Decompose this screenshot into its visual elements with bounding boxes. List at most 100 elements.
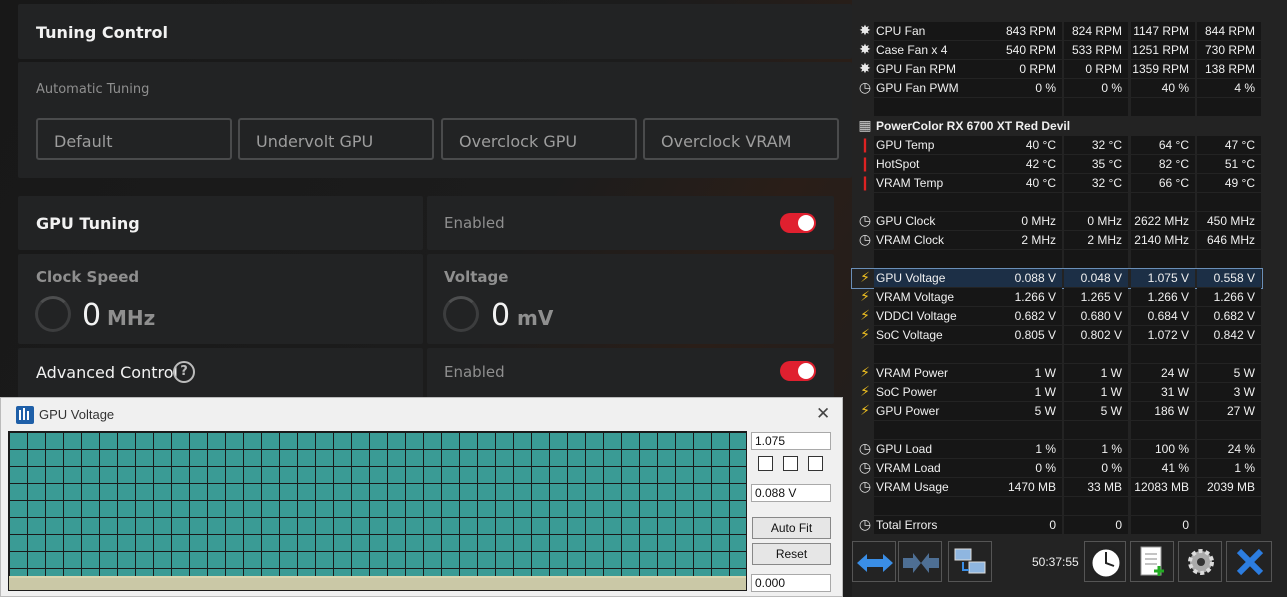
sensor-avg [1197,345,1261,363]
sensor-min: 32 °C [1064,174,1128,192]
advanced-control-label: Advanced Control [36,363,178,382]
gpu-tuning-toggle-card: Enabled [427,196,834,250]
fan-icon: ✸ [859,61,871,77]
sensor-row[interactable]: ◷ GPU Load 1 % 1 % 100 % 24 % [852,440,1262,459]
sensor-min: 0.048 V [1064,269,1128,287]
sensor-row[interactable]: ❙ HotSpot 42 °C 35 °C 82 °C 51 °C [852,155,1262,174]
sensor-row[interactable]: ✸ CPU Fan 843 RPM 824 RPM 1147 RPM 844 RPM [852,22,1262,41]
voltage-graph-trace [9,576,746,590]
sensor-row[interactable] [852,345,1262,364]
clock-icon: ◷ [858,517,872,533]
sensor-group-header[interactable]: ▦ PowerColor RX 6700 XT Red Devil [852,117,1262,136]
gpu-tuning-toggle[interactable] [780,213,816,233]
reset-button[interactable]: Reset [752,543,831,565]
network-button[interactable] [948,541,992,582]
sensor-row[interactable]: ⚡ VRAM Power 1 W1 W 24 W5 W [852,364,1262,383]
sensor-avg [1197,193,1261,211]
tuning-control-header: Tuning Control [18,4,852,59]
sensor-row[interactable]: ❙ GPU Temp 40 °C 32 °C 64 °C 47 °C [852,136,1262,155]
sensor-min [1064,345,1128,363]
sensor-max: 100 % [1131,440,1195,458]
sensor-min: 5 W [1064,402,1128,420]
settings-button[interactable] [1178,541,1222,582]
sensor-max [1131,421,1195,439]
sensor-row[interactable] [852,497,1262,516]
sensor-row[interactable]: ✸ Case Fan x 4 540 RPM 533 RPM 1251 RPM 730 R… [852,41,1262,60]
sensor-min: 33 MB [1064,478,1128,496]
sensor-max: 66 °C [1131,174,1195,192]
gpu-tuning-state: Enabled [444,214,505,232]
sensor-min [1064,250,1128,268]
sensor-row[interactable]: ⚡ SoC Voltage 0.805 V 0.802 V 1.072 V 0.842 V [852,326,1262,345]
sensor-row[interactable]: ⚡ VRAM Voltage 1.266 V 1.265 V 1.266 V 1.266 … [852,288,1262,307]
overclock-vram-button[interactable]: Overclock VRAM [643,118,839,160]
clock-button[interactable] [1084,541,1126,582]
sensor-current: 1 W [998,364,1062,382]
sensor-row[interactable]: ⚡ SoC Power 1 W1 W 31 W3 W [852,383,1262,402]
bolt-icon: ⚡ [860,365,870,381]
sensor-row[interactable]: ◷ Total Errors 0 0 0 [852,516,1262,535]
sensor-current: 42 °C [998,155,1062,173]
sensor-avg: 0.842 V [1197,326,1261,344]
sensor-row[interactable]: ⚡ GPU Voltage 0.088 V 0.048 V 1.075 V 0.558 V [851,268,1263,289]
sensor-min: 0 RPM [1064,60,1128,78]
expand-arrows-icon [857,554,893,572]
sensor-max: 64 °C [1131,136,1195,154]
sensor-max: 1359 RPM [1131,60,1195,78]
sensor-row[interactable]: ◷ GPU Clock 0 MHz 0 MHz 2622 MHz 450 MHz [852,212,1262,231]
help-icon[interactable]: ? [173,361,195,383]
bolt-icon: ⚡ [860,308,870,324]
sensor-max: 31 W [1131,383,1195,401]
sensor-row[interactable] [852,421,1262,440]
advanced-control-toggle[interactable] [780,361,816,381]
sensor-row[interactable]: ◷ VRAM Usage 1470 MB 33 MB 12083 MB 2039 MB [852,478,1262,497]
sensor-row[interactable]: ⚡ VDDCI Voltage 0.682 V 0.680 V 0.684 V 0.682… [852,307,1262,326]
sensor-avg: 450 MHz [1197,212,1261,230]
undervolt-gpu-button[interactable]: Undervolt GPU [238,118,434,160]
sensor-max: 1.075 V [1131,269,1195,287]
sensor-avg: 844 RPM [1197,22,1261,40]
graph-checkbox-1[interactable] [758,456,773,471]
auto-fit-button[interactable]: Auto Fit [752,517,831,539]
sensor-avg: 27 W [1197,402,1261,420]
sensor-avg: 24 % [1197,440,1261,458]
sensor-max [1131,250,1195,268]
sensor-min: 32 °C [1064,136,1128,154]
sensor-row[interactable] [852,193,1262,212]
sensor-current [998,250,1062,268]
sensor-min: 0 % [1064,79,1128,97]
sensor-min: 0 % [1064,459,1128,477]
sensor-row[interactable]: ◷ VRAM Clock 2 MHz 2 MHz 2140 MHz 646 MHz [852,231,1262,250]
graph-max-field[interactable]: 1.075 [751,432,831,450]
close-x-icon [1236,548,1264,576]
sensor-row[interactable] [852,250,1262,269]
graph-checkbox-2[interactable] [783,456,798,471]
sensor-current [998,98,1062,116]
voltage-card: Voltage 0 mV [427,254,834,344]
sensor-row[interactable]: ◷ GPU Fan PWM 0 % 0 % 40 % 4 % [852,79,1262,98]
graph-checkbox-3[interactable] [808,456,823,471]
exit-button[interactable] [1226,541,1272,582]
voltage-unit: mV [517,306,554,330]
sensor-max [1131,345,1195,363]
sensor-row[interactable]: ❙ VRAM Temp 40 °C 32 °C 66 °C 49 °C [852,174,1262,193]
sensor-max: 82 °C [1131,155,1195,173]
collapse-button[interactable] [898,541,942,582]
sensor-row[interactable] [852,98,1262,117]
sensor-row[interactable]: ⚡ GPU Power 5 W5 W 186 W 27 W [852,402,1262,421]
sensor-current: 2 MHz [998,231,1062,249]
clock-speed-label: Clock Speed [36,268,140,286]
graph-min-field[interactable]: 0.000 [751,574,831,592]
close-icon[interactable]: ✕ [816,404,830,424]
clock-speed-card: Clock Speed 0 MHz [18,254,423,344]
overclock-gpu-button[interactable]: Overclock GPU [441,118,637,160]
graph-current-field[interactable]: 0.088 V [751,484,831,502]
expand-button[interactable] [852,541,896,582]
advanced-control-toggle-card: Enabled [427,348,834,398]
report-button[interactable] [1130,541,1174,582]
sensor-row[interactable]: ✸ GPU Fan RPM 0 RPM 0 RPM 1359 RPM 138 RPM [852,60,1262,79]
voltage-graph [8,431,747,591]
sensor-row[interactable]: ◷ VRAM Load 0 % 0 % 41 % 1 % [852,459,1262,478]
sensor-current: 1470 MB [998,478,1062,496]
default-button[interactable]: Default [36,118,232,160]
